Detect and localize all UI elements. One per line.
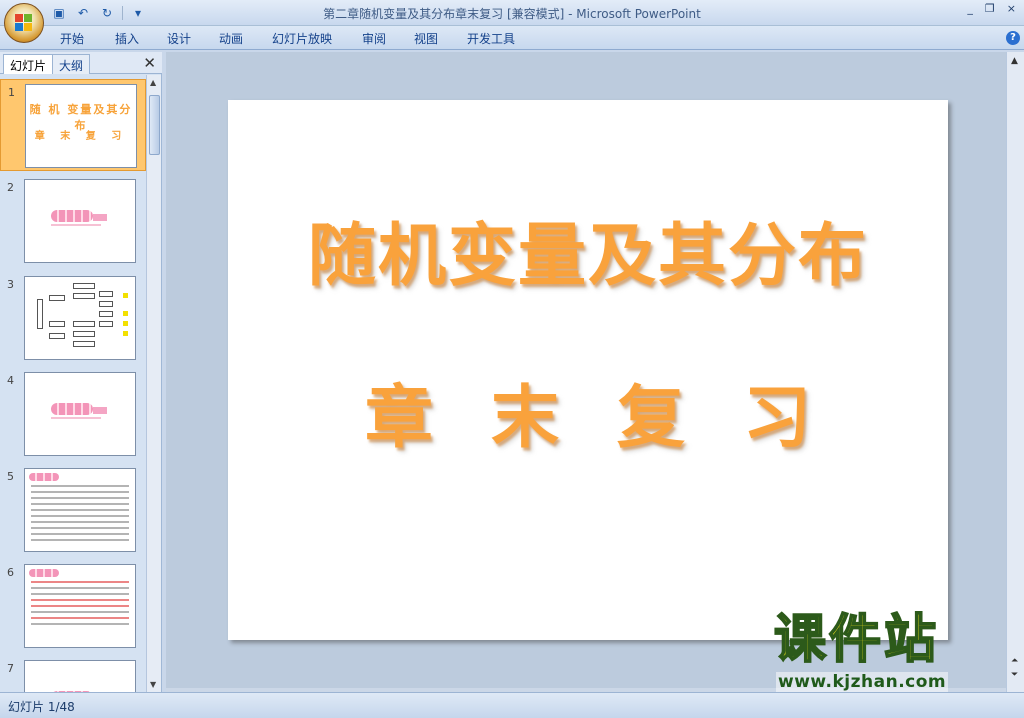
diagram-node [49, 321, 65, 327]
slides-pane: 幻灯片 大纲 ✕ 1 随 机 变量及其分布 章 末 复 习 2 3 4 5 6 … [0, 52, 162, 692]
diagram-node [49, 333, 65, 339]
slide-editor: 随机变量及其分布 章末复习 [166, 52, 1006, 688]
pink-line-graphic [51, 224, 101, 226]
diagram-node [99, 311, 113, 317]
slide-thumbnail-row[interactable]: 4 [0, 368, 146, 460]
pink-banner-graphic [29, 569, 59, 577]
watermark-logo: 课件站 [773, 610, 940, 670]
tab-review[interactable]: 审阅 [362, 30, 386, 47]
slide-counter: 幻灯片 1/48 [8, 700, 75, 714]
slide-thumbnail-row[interactable]: 6 [0, 560, 146, 652]
slide-number: 5 [7, 470, 14, 483]
thumbnail-scrollbar[interactable]: ▲ ▼ [146, 75, 161, 692]
tab-slideshow[interactable]: 幻灯片放映 [272, 30, 332, 47]
tab-slides[interactable]: 幻灯片 [3, 54, 54, 74]
editor-scrollbar[interactable]: ▲ ⏶ ⏷ [1006, 52, 1024, 692]
scroll-down-icon[interactable]: ▼ [150, 680, 156, 689]
tab-insert[interactable]: 插入 [115, 30, 139, 47]
slide-thumbnail[interactable] [24, 660, 136, 692]
tab-home[interactable]: 开始 [60, 30, 84, 47]
diagram-node [73, 341, 95, 347]
slide-thumbnail[interactable] [24, 372, 136, 456]
pane-tabs: 幻灯片 大纲 ✕ [0, 52, 162, 74]
diagram-node [99, 321, 113, 327]
pink-banner-graphic [51, 210, 93, 222]
pink-banner-graphic [93, 407, 107, 414]
office-logo-icon [15, 14, 33, 32]
status-bar: 幻灯片 1/48 [0, 692, 1024, 718]
marker [123, 311, 128, 316]
diagram-node [37, 299, 43, 329]
close-pane-icon[interactable]: ✕ [143, 54, 156, 72]
scroll-up-icon[interactable]: ▲ [1011, 56, 1018, 66]
slide-number: 6 [7, 566, 14, 579]
slide-thumbnail-row[interactable]: 3 [0, 272, 146, 364]
tab-view[interactable]: 视图 [414, 30, 438, 47]
tab-developer[interactable]: 开发工具 [467, 30, 515, 47]
text-lines [31, 581, 129, 629]
slide-number: 2 [7, 181, 14, 194]
slide-thumbnail-row[interactable]: 1 随 机 变量及其分布 章 末 复 习 [0, 79, 146, 171]
slide-thumbnail-row[interactable]: 2 [0, 175, 146, 267]
diagram-node [73, 331, 95, 337]
scroll-up-icon[interactable]: ▲ [150, 78, 156, 87]
next-slide-icon[interactable]: ⏷ [1011, 670, 1018, 680]
tab-animations[interactable]: 动画 [219, 30, 243, 47]
text-lines [31, 485, 129, 545]
slide-number: 1 [8, 86, 15, 99]
slide-thumbnail[interactable] [24, 564, 136, 648]
diagram-node [99, 301, 113, 307]
slide-number: 4 [7, 374, 14, 387]
restore-button[interactable]: ❐ [985, 2, 995, 15]
diagram-node [73, 283, 95, 289]
slide-thumbnail[interactable] [24, 179, 136, 263]
slide-number: 7 [7, 662, 14, 675]
minimize-button[interactable]: _ [967, 2, 973, 15]
slide-title[interactable]: 随机变量及其分布 [228, 200, 948, 299]
slide-number: 3 [7, 278, 14, 291]
thumbnail-list: 1 随 机 变量及其分布 章 末 复 习 2 3 4 5 6 7 [0, 75, 146, 692]
slide-thumbnail[interactable]: 随 机 变量及其分布 章 末 复 习 [25, 84, 137, 168]
thumb-subtitle: 章 末 复 习 [34, 131, 128, 142]
window-title: 第二章随机变量及其分布章末复习 [兼容模式] - Microsoft Power… [323, 7, 701, 21]
office-button[interactable] [4, 3, 44, 43]
tab-outline[interactable]: 大纲 [52, 54, 91, 74]
pink-line-graphic [51, 417, 101, 419]
slide-thumbnail[interactable] [24, 468, 136, 552]
help-icon[interactable]: ? [1006, 31, 1020, 45]
ribbon-tabs: 开始 插入 设计 动画 幻灯片放映 审阅 视图 开发工具 [0, 26, 1024, 50]
slide-subtitle[interactable]: 章末复习 [228, 362, 948, 461]
window-controls: _ ❐ × [967, 2, 1016, 15]
diagram-node [73, 321, 95, 327]
diagram-node [73, 293, 95, 299]
pink-banner-graphic [51, 403, 93, 415]
slide-thumbnail-row[interactable]: 7 [0, 656, 146, 692]
current-slide[interactable]: 随机变量及其分布 章末复习 [228, 100, 948, 640]
title-bar: ▣ ↶ ↻ ▾ 第二章随机变量及其分布章末复习 [兼容模式] - Microso… [0, 0, 1024, 26]
pink-banner-graphic [29, 473, 59, 481]
slide-thumbnail-row[interactable]: 5 [0, 464, 146, 556]
diagram-node [49, 295, 65, 301]
pink-banner-graphic [93, 214, 107, 221]
marker [123, 331, 128, 336]
marker [123, 321, 128, 326]
scrollbar-thumb[interactable] [149, 95, 160, 155]
prev-slide-icon[interactable]: ⏶ [1011, 656, 1018, 666]
marker [123, 293, 128, 298]
close-button[interactable]: × [1007, 2, 1016, 15]
tab-design[interactable]: 设计 [167, 30, 191, 47]
watermark-url: www.kjzhan.com [776, 672, 949, 692]
slide-thumbnail[interactable] [24, 276, 136, 360]
diagram-node [99, 291, 113, 297]
